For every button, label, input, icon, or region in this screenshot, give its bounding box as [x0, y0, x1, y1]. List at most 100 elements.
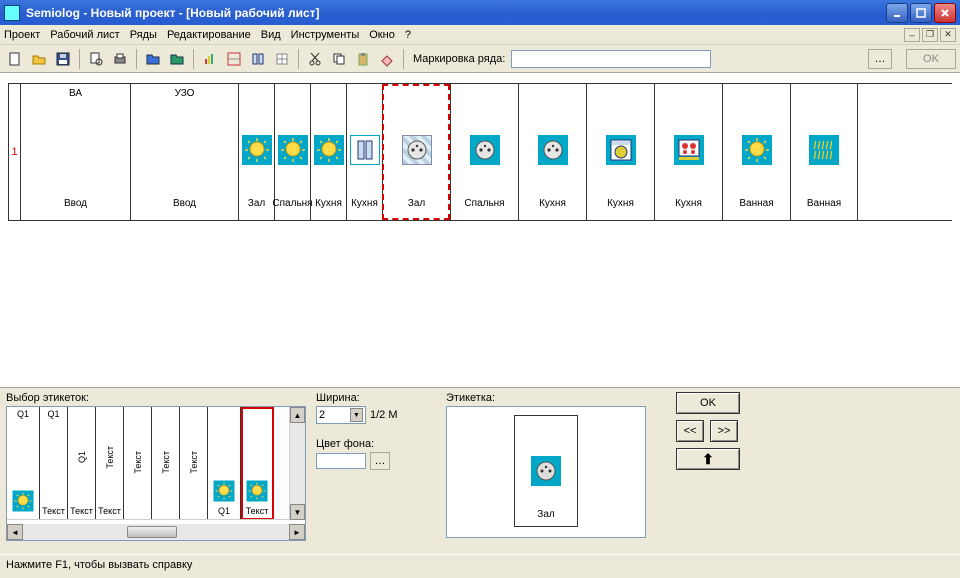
module-cell[interactable]: Зал: [238, 84, 274, 220]
folder1-icon[interactable]: [142, 48, 164, 70]
module-cell[interactable]: Ванная: [790, 84, 858, 220]
width-combo[interactable]: 2 ▼: [316, 406, 366, 424]
marker-input[interactable]: [511, 50, 711, 68]
toolbar-ok-button[interactable]: OK: [906, 49, 956, 69]
module-cell[interactable]: Кухня: [654, 84, 722, 220]
selector-item[interactable]: Q1 Текст: [68, 407, 96, 520]
menu-tools[interactable]: Инструменты: [291, 29, 360, 41]
bgcolor-picker-button[interactable]: …: [370, 452, 390, 470]
selector-item[interactable]: Q1: [7, 407, 40, 520]
module-bottom-label: Зал: [248, 198, 265, 212]
selector-vscroll[interactable]: ▲ ▼: [289, 407, 305, 520]
module-bottom-label: Ввод: [173, 198, 196, 212]
maximize-button[interactable]: [910, 3, 932, 23]
scroll-thumb[interactable]: [127, 526, 177, 538]
minimize-button[interactable]: [886, 3, 908, 23]
preview-card: Зал: [514, 415, 578, 527]
copy-icon[interactable]: [328, 48, 350, 70]
combo-arrow-icon[interactable]: ▼: [350, 408, 363, 422]
module-bottom-label: Спальня: [272, 198, 312, 212]
module-cell[interactable]: ВАВвод: [20, 84, 130, 220]
app-icon: [4, 5, 20, 21]
scroll-right-icon[interactable]: ►: [289, 524, 305, 540]
selector-item[interactable]: Q1: [208, 407, 241, 520]
print-icon[interactable]: [109, 48, 131, 70]
save-icon[interactable]: [52, 48, 74, 70]
module-cell[interactable]: Кухня: [586, 84, 654, 220]
module-bottom-label: Ванная: [807, 198, 841, 212]
menu-worksheet[interactable]: Рабочий лист: [50, 29, 119, 41]
module-cell[interactable]: Спальня: [274, 84, 310, 220]
new-icon[interactable]: [4, 48, 26, 70]
chart-icon[interactable]: [199, 48, 221, 70]
menu-edit[interactable]: Редактирование: [167, 29, 251, 41]
selector-item[interactable]: Q1Текст: [40, 407, 68, 520]
selector-item[interactable]: ТекстТекст: [96, 407, 124, 520]
bgcolor-swatch[interactable]: [316, 453, 366, 469]
prev-button[interactable]: <<: [676, 420, 704, 442]
width-value: 2: [319, 409, 325, 421]
module-icon: [535, 132, 571, 168]
module-bottom-label: Спальня: [464, 198, 504, 212]
selector-bottom-text: Q1: [218, 506, 230, 516]
label-selector[interactable]: Q1Q1ТекстQ1ТекстТекстТекстТекстТекстТекс…: [6, 406, 306, 541]
mdi-close-button[interactable]: ✕: [940, 28, 956, 42]
paste-icon[interactable]: [352, 48, 374, 70]
module-bottom-label: Зал: [408, 198, 425, 212]
row-index: 1: [8, 84, 20, 220]
up-button[interactable]: ⬆: [676, 448, 740, 470]
selector-item[interactable]: Текст: [124, 407, 152, 520]
selector-item-icon: [214, 481, 235, 502]
title-bar: Semiolog - Новый проект - [Новый рабочий…: [0, 0, 960, 25]
scroll-up-icon[interactable]: ▲: [290, 407, 305, 423]
tool3-icon[interactable]: [271, 48, 293, 70]
toolbar: Маркировка ряда: … OK: [0, 45, 960, 73]
window-title: Semiolog - Новый проект - [Новый рабочий…: [26, 6, 886, 20]
selector-item-icon: [13, 491, 34, 512]
menu-project[interactable]: Проект: [4, 29, 40, 41]
menu-help[interactable]: ?: [405, 29, 411, 41]
module-bottom-label: Кухня: [675, 198, 702, 212]
toolbar-ellipsis-button[interactable]: …: [868, 49, 892, 69]
module-cell[interactable]: Спальня: [450, 84, 518, 220]
preview-text: Зал: [537, 509, 554, 520]
module-cell[interactable]: Зал: [382, 84, 450, 220]
selector-item[interactable]: Текст: [180, 407, 208, 520]
module-icon: [671, 132, 707, 168]
marker-label: Маркировка ряда:: [413, 53, 505, 65]
selector-mid-text: Текст: [105, 446, 115, 469]
module-bottom-label: Кухня: [351, 198, 378, 212]
mdi-restore-button[interactable]: ❐: [922, 28, 938, 42]
tool2-icon[interactable]: [247, 48, 269, 70]
selector-item[interactable]: Текст: [152, 407, 180, 520]
module-cell[interactable]: Кухня: [310, 84, 346, 220]
folder2-icon[interactable]: [166, 48, 188, 70]
mdi-minimize-button[interactable]: –: [904, 28, 920, 42]
module-cell[interactable]: УЗОВвод: [130, 84, 238, 220]
selector-bottom-text: Текст: [70, 506, 93, 516]
selector-mid-text: Q1: [77, 451, 87, 463]
menu-window[interactable]: Окно: [369, 29, 395, 41]
open-icon[interactable]: [28, 48, 50, 70]
erase-icon[interactable]: [376, 48, 398, 70]
selector-item[interactable]: Текст: [241, 407, 274, 520]
menu-view[interactable]: Вид: [261, 29, 281, 41]
menu-rows[interactable]: Ряды: [130, 29, 157, 41]
close-button[interactable]: [934, 3, 956, 23]
scroll-down-icon[interactable]: ▼: [290, 504, 305, 520]
module-icon: [739, 132, 775, 168]
cut-icon[interactable]: [304, 48, 326, 70]
module-cell[interactable]: Кухня: [346, 84, 382, 220]
module-icon: [399, 132, 435, 168]
print-preview-icon[interactable]: [85, 48, 107, 70]
module-bottom-label: Ввод: [64, 198, 87, 212]
panel-ok-button[interactable]: OK: [676, 392, 740, 414]
module-cell[interactable]: Ванная: [722, 84, 790, 220]
next-button[interactable]: >>: [710, 420, 738, 442]
tool1-icon[interactable]: [223, 48, 245, 70]
selector-bottom-text: Текст: [246, 506, 269, 516]
scroll-left-icon[interactable]: ◄: [7, 524, 23, 540]
status-text: Нажмите F1, чтобы вызвать справку: [6, 559, 192, 571]
module-cell[interactable]: Кухня: [518, 84, 586, 220]
selector-hscroll[interactable]: ◄ ►: [7, 524, 305, 540]
